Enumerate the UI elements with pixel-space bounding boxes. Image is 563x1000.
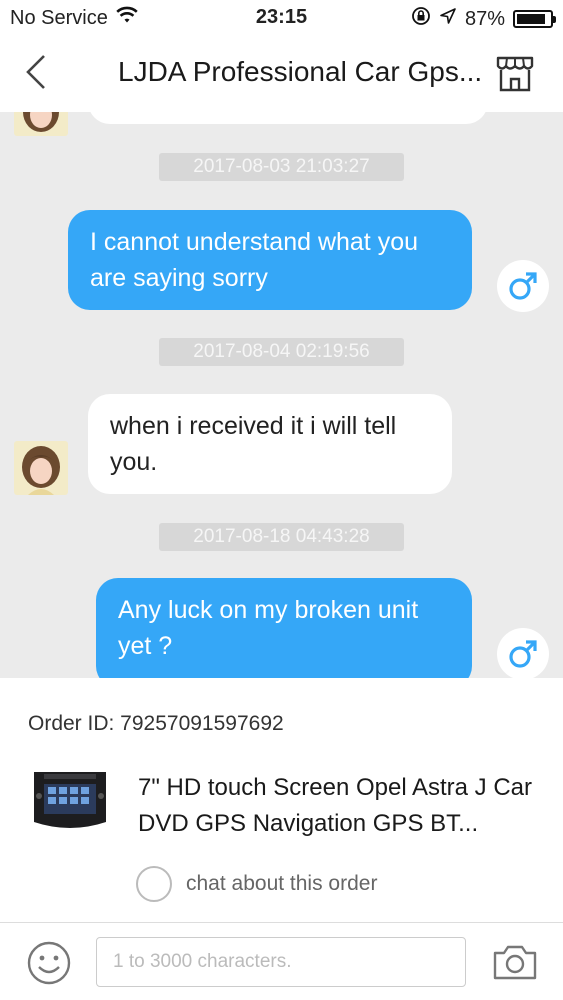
message-bubble-outgoing[interactable]: Any luck on my broken unit yet ? [96,578,472,678]
chevron-left-icon [26,55,45,89]
chat-about-order-label: chat about this order [186,872,378,895]
battery-icon [513,10,556,28]
message-bubble-incoming[interactable]: when i received it i will tell you. [88,394,452,494]
chat-about-order-option[interactable]: chat about this order [136,866,377,902]
location-arrow-icon [439,7,457,31]
product-title[interactable]: 7" HD touch Screen Opel Astra J Car DVD … [138,770,538,842]
camera-icon [493,945,537,980]
radio-button[interactable] [136,866,172,902]
back-button[interactable] [20,52,56,92]
battery-level [517,14,545,24]
user-avatar [497,260,549,312]
message-timestamp: 2017-08-03 21:03:27 [159,153,404,181]
emoji-button[interactable] [26,940,72,986]
message-timestamp: 2017-08-04 02:19:56 [159,338,404,366]
male-symbol-icon [509,272,537,300]
message-bubble-previous [88,112,488,124]
camera-button[interactable] [492,943,538,981]
user-avatar [497,628,549,678]
battery-percent: 87% [464,7,505,30]
chat-area[interactable]: 2017-08-03 21:03:27 I cannot understand … [0,112,563,678]
input-bar [0,922,563,1000]
order-panel: Order ID: 79257091597692 7" HD touch Scr… [0,678,563,922]
order-id: Order ID: 79257091597692 [28,712,284,735]
store-button[interactable] [495,54,535,94]
message-timestamp: 2017-08-18 04:43:28 [159,523,404,551]
smiley-icon [27,941,71,985]
store-icon [496,56,534,92]
orientation-lock-icon [411,6,431,32]
page-title: LJDA Professional Car Gps... [118,56,483,87]
seller-avatar [14,441,68,495]
message-input[interactable] [96,937,466,987]
product-image[interactable] [30,766,110,836]
seller-avatar-previous [14,112,68,136]
message-bubble-outgoing[interactable]: I cannot understand what you are saying … [68,210,472,310]
male-symbol-icon [509,640,537,668]
status-bar: No Service 23:15 87% [0,0,563,36]
status-right: 87% [411,6,556,32]
nav-bar: LJDA Professional Car Gps... [0,36,563,112]
